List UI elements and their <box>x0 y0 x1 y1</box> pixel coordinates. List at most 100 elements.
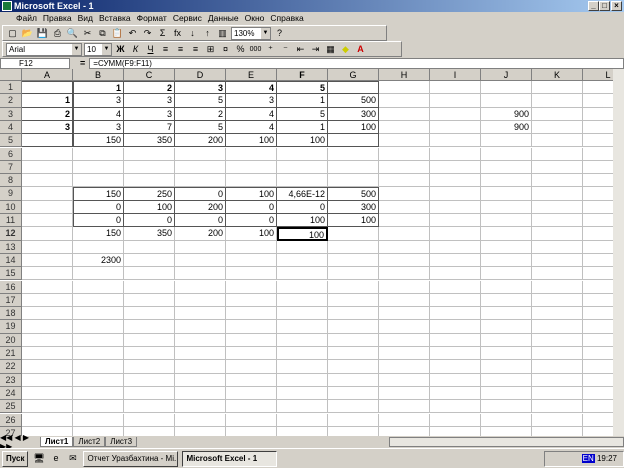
row-header[interactable]: 5 <box>0 134 22 148</box>
cell[interactable] <box>430 227 481 241</box>
cell[interactable] <box>277 413 328 427</box>
cell[interactable] <box>226 147 277 161</box>
cell[interactable] <box>226 373 277 387</box>
cell[interactable] <box>430 307 481 321</box>
align-center-icon[interactable]: ≡ <box>174 43 187 56</box>
cell[interactable] <box>532 107 583 121</box>
cell[interactable]: 100 <box>124 200 175 214</box>
cell[interactable] <box>226 160 277 175</box>
cell[interactable] <box>175 413 226 427</box>
cut-icon[interactable]: ✂ <box>81 27 94 40</box>
cell[interactable] <box>430 120 481 135</box>
cell[interactable] <box>175 253 226 268</box>
cell[interactable] <box>124 307 175 321</box>
cell[interactable]: 3 <box>73 120 124 135</box>
cell[interactable]: 200 <box>175 134 226 148</box>
cell[interactable]: 1 <box>277 94 328 108</box>
cell[interactable] <box>430 386 481 401</box>
cell[interactable] <box>532 214 583 228</box>
cell[interactable] <box>583 347 613 361</box>
cell[interactable] <box>430 347 481 361</box>
cell[interactable]: 150 <box>73 187 124 201</box>
cell[interactable]: 5 <box>175 94 226 108</box>
cell[interactable] <box>481 373 532 387</box>
cell[interactable] <box>430 280 481 294</box>
cell[interactable] <box>277 280 328 294</box>
cell[interactable] <box>124 373 175 387</box>
save-icon[interactable]: 💾 <box>36 27 49 40</box>
cell[interactable] <box>328 293 379 308</box>
cell[interactable] <box>175 147 226 161</box>
column-header[interactable]: J <box>481 69 532 81</box>
cell[interactable] <box>532 400 583 414</box>
cell[interactable] <box>124 320 175 334</box>
menu-item[interactable]: Справка <box>270 12 303 25</box>
cell[interactable] <box>481 360 532 374</box>
cell[interactable] <box>583 281 613 294</box>
cell[interactable]: 200 <box>175 227 226 241</box>
cell[interactable] <box>430 174 481 188</box>
menu-item[interactable]: Файл <box>16 12 37 25</box>
cell[interactable]: 0 <box>175 187 226 201</box>
cell[interactable] <box>277 347 328 361</box>
cell[interactable]: 300 <box>328 107 379 121</box>
cell[interactable] <box>532 187 583 201</box>
sheet-tab[interactable]: Лист1 <box>40 436 74 447</box>
outdent-icon[interactable]: ⇤ <box>294 43 307 56</box>
cell[interactable]: 2 <box>124 81 175 95</box>
cell[interactable]: 200 <box>175 200 226 214</box>
cell[interactable] <box>379 94 430 108</box>
cell[interactable] <box>328 280 379 294</box>
cell[interactable] <box>328 174 379 188</box>
cell[interactable] <box>583 148 613 161</box>
cell[interactable] <box>379 227 430 241</box>
cell[interactable]: 4,66E-12 <box>277 187 328 201</box>
start-button[interactable]: Пуск <box>2 450 29 467</box>
sort-asc-icon[interactable]: ↓ <box>186 27 199 40</box>
name-box[interactable]: F12 <box>0 57 70 69</box>
cell[interactable] <box>124 160 175 175</box>
cell[interactable]: 100 <box>226 134 277 148</box>
cell[interactable]: 0 <box>226 214 277 228</box>
cell[interactable] <box>532 320 583 334</box>
formula-input[interactable]: =СУММ(F9:F11) <box>89 57 624 69</box>
cell[interactable] <box>481 280 532 294</box>
cell[interactable] <box>481 307 532 321</box>
horizontal-scrollbar[interactable] <box>389 436 624 447</box>
cell[interactable] <box>22 320 73 334</box>
cell[interactable] <box>73 293 124 308</box>
row-header[interactable]: 25 <box>0 400 22 414</box>
cell[interactable] <box>583 294 613 308</box>
cell[interactable] <box>22 347 73 361</box>
cell[interactable] <box>481 227 532 241</box>
cell[interactable] <box>532 94 583 108</box>
cell[interactable] <box>175 240 226 254</box>
cell[interactable] <box>22 81 73 95</box>
cell[interactable]: 5 <box>175 120 226 135</box>
row-header[interactable]: 26 <box>0 413 22 427</box>
cell[interactable] <box>583 334 613 347</box>
cell[interactable]: 7 <box>124 120 175 135</box>
align-left-icon[interactable]: ≡ <box>159 43 172 56</box>
cell[interactable] <box>226 280 277 294</box>
currency-icon[interactable]: ¤ <box>219 43 232 56</box>
cell[interactable] <box>379 240 430 254</box>
menu-item[interactable]: Данные <box>208 12 239 25</box>
cell[interactable] <box>430 81 481 95</box>
cell[interactable] <box>583 108 613 121</box>
row-header[interactable]: 6 <box>0 147 22 161</box>
cell[interactable] <box>532 147 583 161</box>
cell[interactable] <box>379 174 430 188</box>
cell[interactable] <box>73 400 124 414</box>
cell[interactable] <box>583 94 613 108</box>
cell[interactable] <box>379 214 430 228</box>
cell[interactable]: 2 <box>175 107 226 121</box>
column-header[interactable]: C <box>124 69 175 81</box>
thousands-button[interactable]: 000 <box>249 43 262 56</box>
menu-item[interactable]: Формат <box>137 12 167 25</box>
font-select[interactable]: Arial ▼ <box>6 42 82 56</box>
cell[interactable]: 100 <box>226 187 277 201</box>
cell[interactable] <box>22 187 73 201</box>
row-header[interactable]: 2 <box>0 94 22 108</box>
row-header[interactable]: 22 <box>0 360 22 374</box>
